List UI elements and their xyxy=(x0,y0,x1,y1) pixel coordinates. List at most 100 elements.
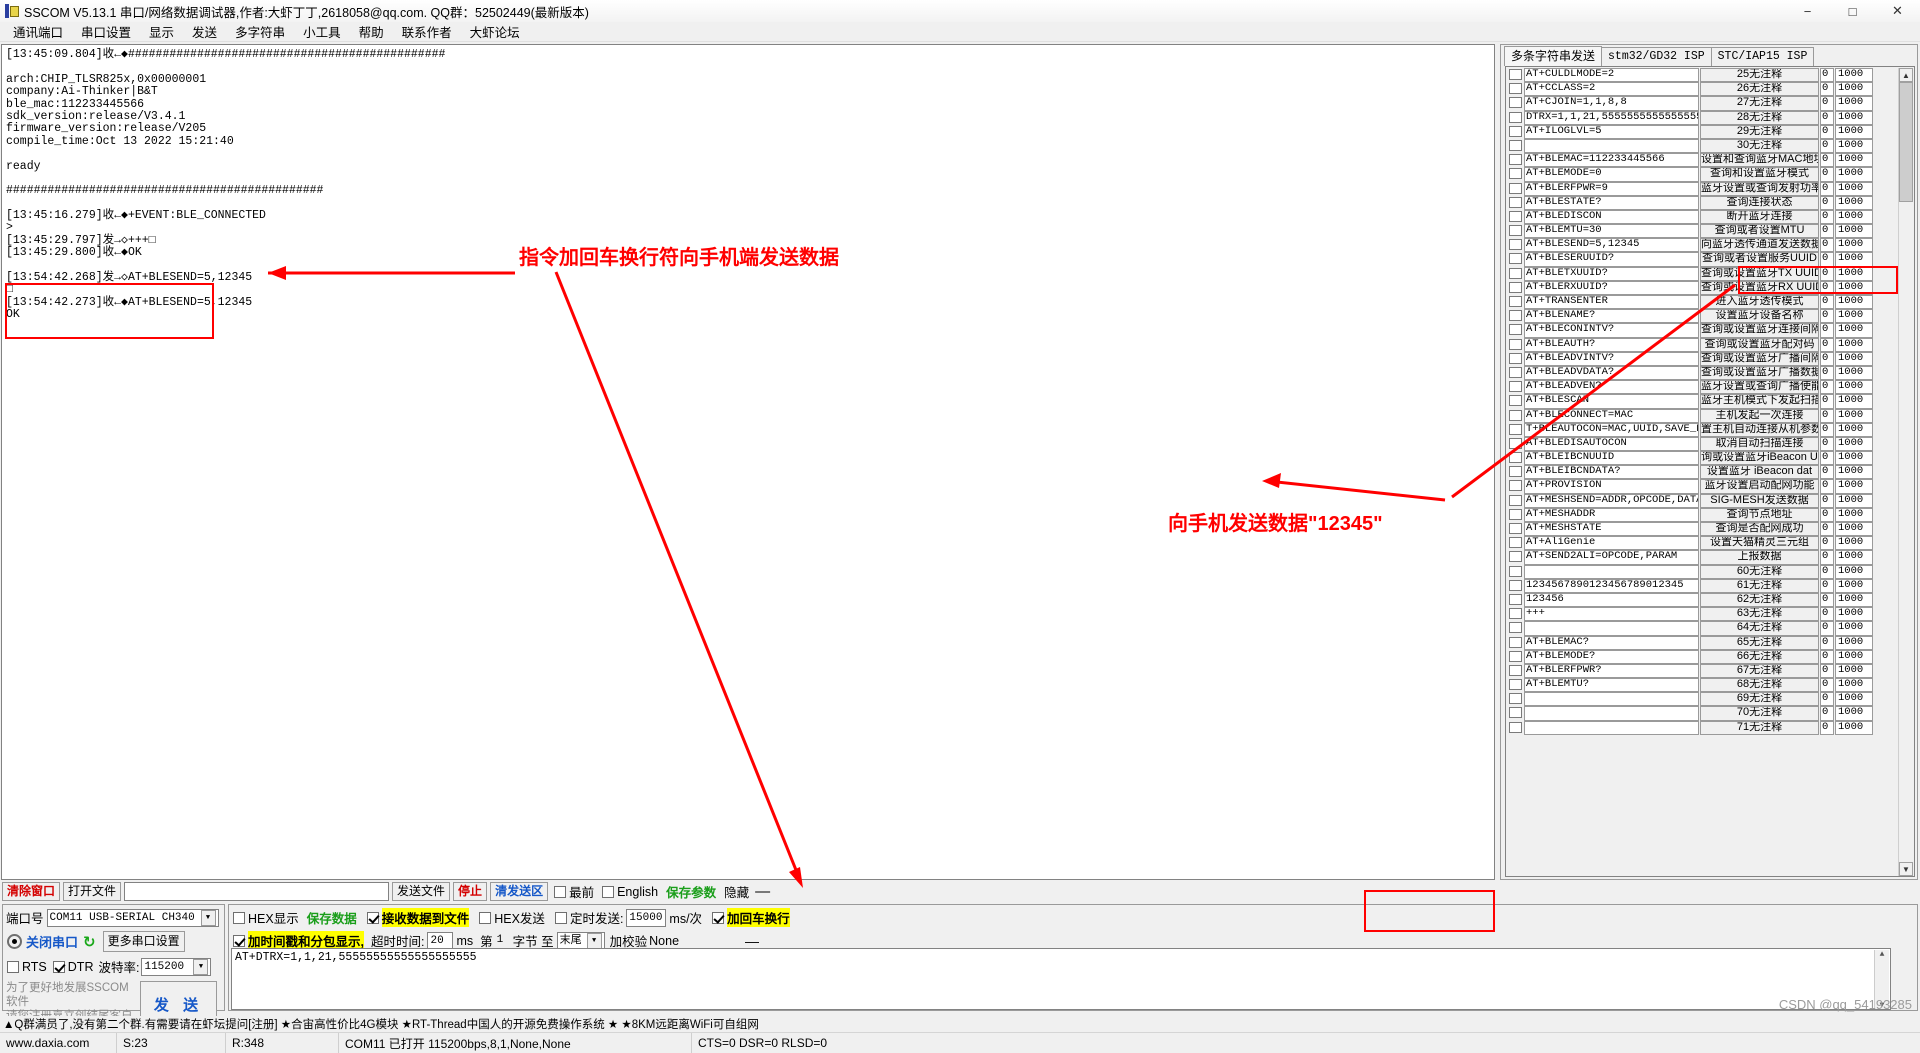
command-row-checkbox[interactable] xyxy=(1509,395,1522,407)
command-text-input[interactable] xyxy=(1524,720,1699,735)
command-row[interactable]: AT+SEND2ALI=OPCODE,PARAM 上报数据 0 1000 xyxy=(1507,550,1898,565)
command-count-input[interactable]: 0 xyxy=(1820,678,1834,693)
command-count-input[interactable]: 0 xyxy=(1820,82,1834,97)
command-note-button[interactable]: 28无注释 xyxy=(1700,110,1819,125)
command-row[interactable]: AT+BLECONNECT=MAC 主机发起一次连接 0 1000 xyxy=(1507,408,1898,423)
command-text-input[interactable]: AT+PROVISION xyxy=(1524,479,1699,494)
command-count-input[interactable]: 0 xyxy=(1820,181,1834,196)
command-row-checkbox[interactable] xyxy=(1509,139,1522,151)
command-row[interactable]: AT+TRANSENTER 进入蓝牙透传模式 0 1000 xyxy=(1507,295,1898,310)
command-row[interactable]: 69无注释 0 1000 xyxy=(1507,692,1898,707)
command-count-input[interactable]: 0 xyxy=(1820,564,1834,579)
more-serial-settings-button[interactable]: 更多串口设置 xyxy=(102,931,185,952)
command-row-checkbox[interactable] xyxy=(1509,423,1522,435)
command-note-button[interactable]: 查询是否配网成功 xyxy=(1700,522,1819,537)
command-interval-input[interactable]: 1000 xyxy=(1835,195,1873,210)
command-row-checkbox[interactable] xyxy=(1509,239,1522,251)
command-note-button[interactable]: 69无注释 xyxy=(1700,692,1819,707)
command-text-input[interactable]: AT+MESHSTATE xyxy=(1524,522,1699,537)
command-interval-input[interactable]: 1000 xyxy=(1835,209,1873,225)
command-row[interactable]: AT+BLEMAC=112233445566 设置和查询蓝牙MAC地址 0 1000 xyxy=(1507,153,1898,168)
ad-bar[interactable]: ▲Q群满员了,没有第二个群.有需要请在虾坛提问[注册] ★合宙高性价比4G模块 … xyxy=(0,1016,1920,1031)
command-note-button[interactable]: 25无注释 xyxy=(1700,68,1819,83)
command-count-input[interactable]: 0 xyxy=(1820,110,1834,125)
command-interval-input[interactable]: 1000 xyxy=(1835,720,1873,735)
command-text-input[interactable] xyxy=(1524,621,1699,636)
open-file-button[interactable]: 打开文件 xyxy=(63,882,122,901)
command-count-input[interactable]: 0 xyxy=(1820,522,1834,537)
menu-item-contact-author[interactable]: 联系作者 xyxy=(393,20,461,43)
command-count-input[interactable]: 0 xyxy=(1820,621,1834,636)
command-text-input[interactable]: AT+BLESTATE? xyxy=(1524,195,1699,210)
command-row[interactable]: AT+BLEIBCNUUID 询或设置蓝牙iBeacon U 0 1000 xyxy=(1507,451,1898,466)
command-row[interactable]: 64无注释 0 1000 xyxy=(1507,621,1898,636)
command-row[interactable]: AT+BLEADVINTV? 查询或设置蓝牙广播间隔 0 1000 xyxy=(1507,351,1898,366)
command-interval-input[interactable]: 1000 xyxy=(1835,380,1873,395)
command-text-input[interactable]: AT+BLERFPWR? xyxy=(1524,663,1699,679)
command-row-checkbox[interactable] xyxy=(1509,608,1522,620)
panel-tab-0[interactable]: 多条字符串发送 xyxy=(1504,46,1603,66)
command-text-input[interactable]: AT+AliGenie xyxy=(1524,536,1699,551)
command-row[interactable]: AT+BLERFPWR? 67无注释 0 1000 xyxy=(1507,663,1898,679)
close-button[interactable]: ✕ xyxy=(1875,0,1920,22)
command-row[interactable]: AT+BLEMTU=30 查询或者设置MTU 0 1000 xyxy=(1507,224,1898,239)
command-row[interactable]: AT+BLEDISAUTOCON 取消自动扫描连接 0 1000 xyxy=(1507,436,1898,452)
command-row[interactable]: AT+BLESTATE? 查询连接状态 0 1000 xyxy=(1507,195,1898,210)
command-interval-input[interactable]: 1000 xyxy=(1835,564,1873,579)
command-interval-input[interactable]: 1000 xyxy=(1835,649,1873,664)
command-interval-input[interactable]: 1000 xyxy=(1835,507,1873,522)
command-count-input[interactable]: 0 xyxy=(1820,394,1834,409)
command-note-button[interactable]: SIG-MESH发送数据 xyxy=(1700,493,1819,508)
command-count-input[interactable]: 0 xyxy=(1820,408,1834,423)
command-note-button[interactable]: 设置和查询蓝牙MAC地址 xyxy=(1700,153,1819,168)
command-row-checkbox[interactable] xyxy=(1509,636,1522,648)
byte-end-select[interactable]: 末尾 ▼ xyxy=(556,931,605,950)
command-count-input[interactable]: 0 xyxy=(1820,578,1834,593)
command-row-checkbox[interactable] xyxy=(1509,707,1522,719)
command-note-button[interactable]: 查询或设置蓝牙广播间隔 xyxy=(1700,351,1819,366)
command-count-input[interactable]: 0 xyxy=(1820,153,1834,168)
command-text-input[interactable]: AT+BLEADVINTV? xyxy=(1524,351,1699,366)
command-row-checkbox[interactable] xyxy=(1509,182,1522,194)
command-count-input[interactable]: 0 xyxy=(1820,635,1834,650)
command-note-button[interactable]: 主机发起一次连接 xyxy=(1700,408,1819,423)
command-text-input[interactable]: AT+BLERFPWR=9 xyxy=(1524,181,1699,196)
command-interval-input[interactable]: 1000 xyxy=(1835,422,1873,437)
command-text-input[interactable]: AT+BLEIBCNDATA? xyxy=(1524,465,1699,480)
command-count-input[interactable]: 0 xyxy=(1820,209,1834,225)
command-row-checkbox[interactable] xyxy=(1509,466,1522,478)
command-row[interactable]: AT+BLEMAC? 65无注释 0 1000 xyxy=(1507,635,1898,650)
command-text-input[interactable]: T+BLEAUTOCON=MAC,UUID,SAVE_FLASH xyxy=(1524,422,1699,437)
menu-item-tools[interactable]: 小工具 xyxy=(294,20,350,43)
command-text-input[interactable] xyxy=(1524,706,1699,721)
command-row[interactable]: AT+BLEMODE=0 查询和设置蓝牙模式 0 1000 xyxy=(1507,167,1898,182)
command-note-button[interactable]: 蓝牙设置或查询广播使能 xyxy=(1700,380,1819,395)
status-site[interactable]: www.daxia.com xyxy=(0,1033,117,1053)
command-interval-input[interactable]: 1000 xyxy=(1835,465,1873,480)
add-crlf-checkbox[interactable] xyxy=(712,911,725,924)
menu-item-multi-string[interactable]: 多字符串 xyxy=(226,20,294,43)
command-interval-input[interactable]: 1000 xyxy=(1835,323,1873,338)
command-count-input[interactable]: 0 xyxy=(1820,252,1834,267)
menu-item-help[interactable]: 帮助 xyxy=(350,20,393,43)
command-row[interactable]: AT+MESHSTATE 查询是否配网成功 0 1000 xyxy=(1507,522,1898,537)
command-interval-input[interactable]: 1000 xyxy=(1835,550,1873,565)
command-text-input[interactable]: AT+BLECONINTV? xyxy=(1524,323,1699,338)
command-text-input[interactable]: DTRX=1,1,21,55555555555555555555 xyxy=(1524,110,1699,125)
command-note-button[interactable]: 60无注释 xyxy=(1700,564,1819,579)
command-text-input[interactable] xyxy=(1524,138,1699,154)
command-text-input[interactable]: 1234567890123456789012345 xyxy=(1524,578,1699,593)
command-interval-input[interactable]: 1000 xyxy=(1835,436,1873,452)
command-row[interactable]: AT+BLERFPWR=9 蓝牙设置或查询发射功率 0 1000 xyxy=(1507,181,1898,196)
command-row[interactable]: AT+BLEAUTH? 查询或设置蓝牙配对码 0 1000 xyxy=(1507,337,1898,352)
command-row-checkbox[interactable] xyxy=(1509,593,1522,605)
command-interval-input[interactable]: 1000 xyxy=(1835,678,1873,693)
command-row-checkbox[interactable] xyxy=(1509,154,1522,166)
command-interval-input[interactable]: 1000 xyxy=(1835,493,1873,508)
stop-button[interactable]: 停止 xyxy=(453,882,488,901)
command-row[interactable]: 60无注释 0 1000 xyxy=(1507,564,1898,579)
command-text-input[interactable]: AT+BLEMODE? xyxy=(1524,649,1699,664)
command-count-input[interactable]: 0 xyxy=(1820,238,1834,253)
command-note-button[interactable]: 66无注释 xyxy=(1700,649,1819,664)
command-count-input[interactable]: 0 xyxy=(1820,68,1834,83)
